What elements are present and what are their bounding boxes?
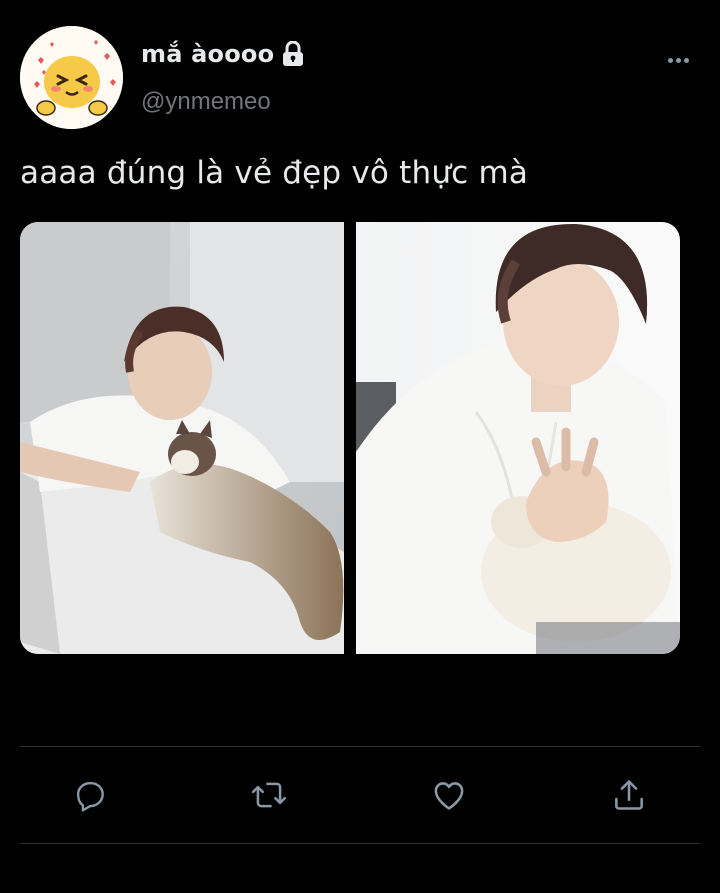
heart-icon xyxy=(434,782,464,810)
retweet-icon xyxy=(251,782,287,808)
share-icon xyxy=(615,780,643,810)
action-bar-top-divider xyxy=(20,746,700,747)
avatar-emoji-image xyxy=(20,26,123,129)
tweet-action-bar xyxy=(0,770,720,820)
author-name-row[interactable]: mắ àoooo xyxy=(141,40,304,68)
author-handle[interactable]: @ynmemeo xyxy=(141,88,271,116)
avatar[interactable] xyxy=(20,26,123,129)
author-name[interactable]: mắ àoooo xyxy=(141,40,274,68)
reply-button[interactable] xyxy=(65,770,115,820)
reply-icon xyxy=(76,781,104,812)
like-button[interactable] xyxy=(424,770,474,820)
more-options-button[interactable] xyxy=(660,48,696,72)
action-bar-bottom-divider xyxy=(20,843,700,844)
tweet-text: aaaa đúng là vẻ đẹp vô thực mà xyxy=(20,155,529,191)
lock-icon xyxy=(282,40,304,67)
photo-1[interactable] xyxy=(20,222,344,654)
retweet-button[interactable] xyxy=(244,770,294,820)
photo-2[interactable] xyxy=(356,222,680,654)
more-horizontal-icon xyxy=(667,57,689,63)
share-button[interactable] xyxy=(604,770,654,820)
media-grid xyxy=(20,222,680,654)
